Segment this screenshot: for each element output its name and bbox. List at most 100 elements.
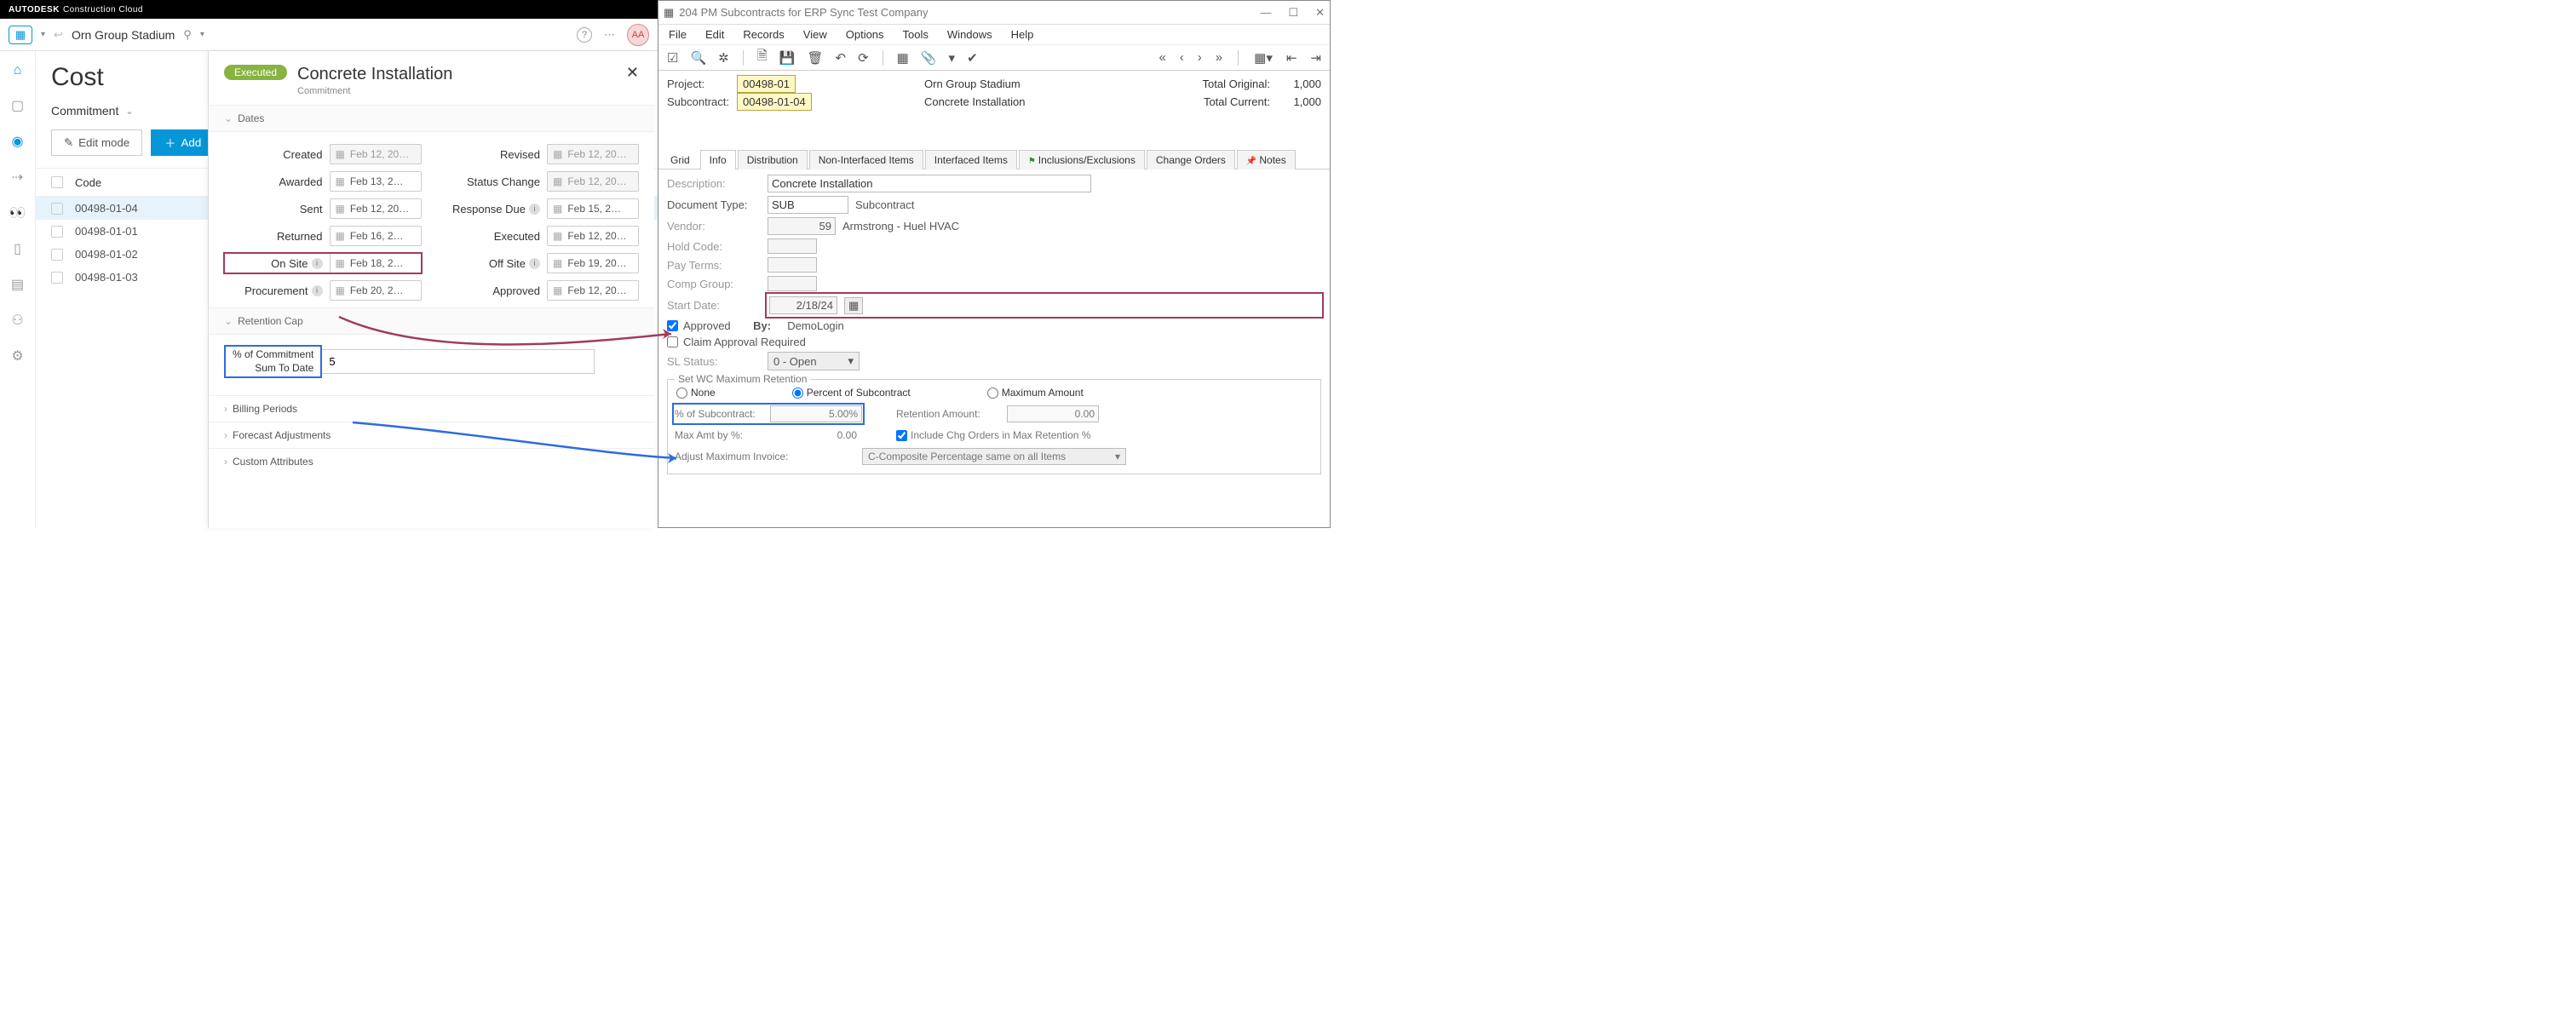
retention-section-header[interactable]: ⌄Retention Cap	[209, 307, 654, 335]
close-icon[interactable]: ✕	[1315, 6, 1325, 20]
tab-interfaced[interactable]: Interfaced Items	[925, 150, 1017, 169]
add-button[interactable]: ＋Add	[151, 129, 215, 156]
row-checkbox[interactable]	[51, 272, 63, 284]
radio-maxamount[interactable]: Maximum Amount	[987, 387, 1084, 399]
dates-section-header[interactable]: ⌄Dates	[209, 105, 654, 132]
doctype-input[interactable]: SUB	[768, 196, 848, 214]
select-all-checkbox[interactable]	[51, 176, 63, 188]
pct-subcontract-input[interactable]: 5.00%	[770, 405, 862, 422]
vendor-number-input[interactable]: 59	[768, 217, 836, 235]
offsite-date[interactable]: ▦Feb 19, 20…	[547, 253, 639, 273]
billing-periods-section[interactable]: ›Billing Periods	[209, 395, 654, 422]
approved-checkbox[interactable]	[667, 320, 678, 331]
row-checkbox[interactable]	[51, 249, 63, 261]
code-column-header[interactable]: Code	[75, 176, 101, 189]
minimize-icon[interactable]: —	[1260, 6, 1271, 20]
forecast-adjustments-section[interactable]: ›Forecast Adjustments	[209, 422, 654, 448]
save-icon[interactable]: 💾	[779, 50, 796, 66]
binoculars-icon[interactable]: 🔍	[690, 50, 706, 66]
context-caret-icon[interactable]: ▾	[200, 30, 204, 39]
project-caret-icon[interactable]: ▾	[41, 30, 45, 39]
approved-date[interactable]: ▦Feb 12, 20…	[547, 280, 639, 301]
delete-icon[interactable]: 🗑	[807, 50, 823, 66]
returned-date[interactable]: ▦Feb 16, 2…	[330, 226, 422, 246]
cost-icon[interactable]: ◉	[12, 133, 24, 150]
tab-inclusions[interactable]: ⚑Inclusions/Exclusions	[1019, 150, 1145, 169]
attachment-icon[interactable]: 📎	[921, 50, 937, 66]
clipboard-icon[interactable]: ▤	[11, 276, 24, 293]
subnav-tab[interactable]: Commitment	[51, 104, 118, 118]
spellcheck-icon[interactable]: ✔	[967, 50, 978, 66]
row-last-icon[interactable]: ⇥	[1310, 50, 1321, 66]
layout-icon[interactable]: ▾	[949, 50, 956, 66]
avatar[interactable]: AA	[627, 24, 649, 46]
undo-icon[interactable]: ↶	[836, 50, 847, 66]
members-icon[interactable]: ⚇	[11, 312, 23, 329]
tab-distribution[interactable]: Distribution	[738, 150, 808, 169]
radio-percent[interactable]: Percent of Subcontract	[792, 387, 911, 399]
adjmax-dropdown[interactable]: C-Composite Percentage same on all Items…	[862, 448, 1126, 465]
more-icon[interactable]: ⋯	[604, 28, 615, 42]
compgroup-input[interactable]	[768, 276, 817, 291]
info-icon[interactable]: i	[529, 258, 540, 269]
project-code-input[interactable]: 00498-01	[737, 75, 796, 93]
globe-icon[interactable]: ⚲	[183, 28, 192, 42]
last-page-icon[interactable]: »	[1216, 50, 1222, 65]
edit-mode-button[interactable]: ✎Edit mode	[51, 129, 142, 156]
new-icon[interactable]: 🗎	[757, 47, 768, 68]
prev-icon[interactable]: ‹	[1180, 50, 1184, 65]
calendar-icon[interactable]: ▦	[844, 297, 863, 314]
edit-grid-icon[interactable]: ☑	[667, 50, 678, 66]
export-icon[interactable]: ⇢	[12, 169, 23, 186]
slstatus-dropdown[interactable]: 0 - Open▾	[768, 352, 860, 370]
tab-noninterfaced[interactable]: Non-Interfaced Items	[809, 150, 923, 169]
menu-windows[interactable]: Windows	[947, 28, 992, 41]
onsite-date[interactable]: ▦Feb 18, 2…	[330, 253, 422, 273]
responsedue-date[interactable]: ▦Feb 15, 2…	[547, 198, 639, 219]
payterms-input[interactable]	[768, 257, 817, 273]
tab-notes[interactable]: 📌Notes	[1237, 150, 1296, 169]
first-page-icon[interactable]: «	[1159, 50, 1165, 65]
retention-value-input[interactable]: 5	[322, 349, 595, 374]
retention-amount-input[interactable]: 0.00	[1007, 405, 1099, 422]
procurement-date[interactable]: ▦Feb 20, 2…	[330, 280, 422, 301]
help-icon[interactable]: ?	[577, 27, 592, 43]
custom-attributes-section[interactable]: ›Custom Attributes	[209, 448, 654, 474]
menu-options[interactable]: Options	[846, 28, 884, 41]
startdate-input[interactable]: 2/18/24	[769, 296, 837, 314]
holdcode-input[interactable]	[768, 238, 817, 254]
table-icon[interactable]: ▦▾	[1254, 50, 1273, 66]
tab-changeorders[interactable]: Change Orders	[1147, 150, 1235, 169]
project-icon[interactable]: ▦	[9, 26, 32, 44]
binoculars-icon[interactable]: 👀	[9, 204, 26, 221]
gear-icon[interactable]: ✲	[718, 50, 729, 66]
close-icon[interactable]: ✕	[626, 65, 639, 80]
menu-view[interactable]: View	[803, 28, 827, 41]
screen-icon[interactable]: ▢	[11, 97, 24, 114]
include-chg-checkbox[interactable]	[896, 430, 907, 441]
info-icon[interactable]: i	[312, 258, 323, 269]
grid-icon[interactable]: ▦	[897, 50, 909, 66]
awarded-date[interactable]: ▦Feb 13, 2…	[330, 171, 422, 192]
row-checkbox[interactable]	[51, 226, 63, 238]
next-icon[interactable]: ›	[1198, 50, 1202, 65]
settings-icon[interactable]: ⚙	[11, 347, 23, 365]
file-icon[interactable]: ▯	[14, 240, 21, 257]
row-checkbox[interactable]	[51, 203, 63, 215]
chevron-down-icon[interactable]: ⌄	[125, 106, 133, 117]
back-icon[interactable]: ↩	[54, 28, 63, 42]
menu-file[interactable]: File	[669, 28, 687, 41]
tab-info[interactable]: Info	[700, 150, 736, 169]
info-icon[interactable]: i	[312, 285, 323, 296]
sent-date[interactable]: ▦Feb 12, 20…	[330, 198, 422, 219]
tab-grid[interactable]: Grid	[662, 151, 699, 169]
menu-tools[interactable]: Tools	[903, 28, 929, 41]
executed-date[interactable]: ▦Feb 12, 20…	[547, 226, 639, 246]
menu-records[interactable]: Records	[743, 28, 784, 41]
maximize-icon[interactable]: ☐	[1288, 6, 1298, 20]
info-icon[interactable]: i	[529, 204, 540, 215]
project-name[interactable]: Orn Group Stadium	[72, 28, 175, 42]
description-input[interactable]: Concrete Installation	[768, 175, 1091, 192]
home-icon[interactable]: ⌂	[14, 63, 22, 78]
menu-help[interactable]: Help	[1011, 28, 1034, 41]
